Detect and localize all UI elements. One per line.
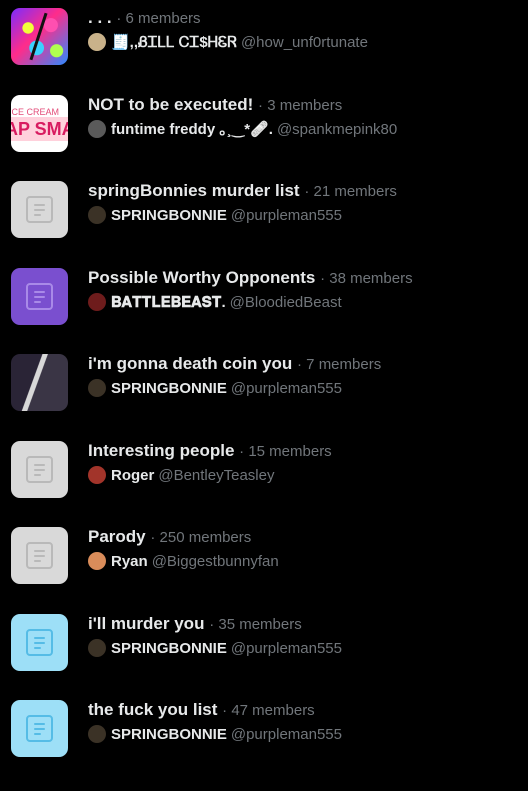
document-icon <box>26 456 53 483</box>
list-title-line: Possible Worthy Opponents · 38 members <box>88 267 413 289</box>
list-name[interactable]: Interesting people <box>88 441 234 460</box>
owner-handle: @Biggestbunnyfan <box>151 553 279 570</box>
member-count: · 250 members <box>150 529 252 546</box>
list-item[interactable]: Interesting people · 15 members Roger @Be… <box>0 433 528 519</box>
avatar <box>88 120 106 138</box>
owner-display-name: SPRINGBONNIE <box>111 207 227 224</box>
list-owner-line: SPRINGBONNIE @purpleman555 <box>88 639 342 659</box>
owner-display-name: Ryan <box>111 553 148 570</box>
list-item[interactable]: i'm gonna death coin you · 7 members SPR… <box>0 346 528 432</box>
list-title-line: the fuck you list · 47 members <box>88 699 315 721</box>
owner-display-name: SPRINGBONNIE <box>111 380 227 397</box>
list-name[interactable]: i'm gonna death coin you <box>88 354 292 373</box>
avatar <box>88 552 106 570</box>
list-owner-line: SPRINGBONNIE @purpleman555 <box>88 379 342 399</box>
owner-display-name: Roger <box>111 467 155 484</box>
owner-display-name: SPRINGBONNIE <box>111 640 227 657</box>
owner-display-name: funtime freddy ｡¸‿*🩹. <box>111 121 273 138</box>
list-thumbnail-doc-icon <box>11 268 68 325</box>
list-thumbnail-doc-icon <box>11 614 68 671</box>
list-name[interactable]: . . . <box>88 8 112 27</box>
member-count: · 21 members <box>304 183 397 200</box>
list-title-line: . . . · 6 members <box>88 7 201 29</box>
thumbnail-text-big: AP SMA <box>11 119 68 139</box>
avatar <box>88 466 106 484</box>
list-item[interactable]: Parody · 250 members Ryan @Biggestbunnyfa… <box>0 519 528 605</box>
document-icon <box>26 629 53 656</box>
list-item[interactable]: Possible Worthy Opponents · 38 members 𝐁… <box>0 260 528 346</box>
avatar <box>88 33 106 51</box>
list-thumbnail-image: ICE CREAM AP SMA <box>11 95 68 152</box>
list-name[interactable]: Parody <box>88 527 146 546</box>
list-name[interactable]: springBonnies murder list <box>88 181 300 200</box>
list-owner-line: SPRINGBONNIE @purpleman555 <box>88 725 342 745</box>
list-thumbnail-doc-icon <box>11 441 68 498</box>
document-icon <box>26 542 53 569</box>
list-owner-line: Roger @BentleyTeasley <box>88 466 274 486</box>
list-name[interactable]: the fuck you list <box>88 700 217 719</box>
document-icon <box>26 283 53 310</box>
owner-display-name: SPRINGBONNIE <box>111 726 227 743</box>
list-title-line: springBonnies murder list · 21 members <box>88 180 397 202</box>
thumbnail-text-small: ICE CREAM <box>11 107 60 117</box>
member-count: · 47 members <box>222 702 315 719</box>
owner-handle: @purpleman555 <box>230 207 342 224</box>
member-count: · 35 members <box>209 616 302 633</box>
list-owner-line: Ryan @Biggestbunnyfan <box>88 552 279 572</box>
owner-handle: @spankmepink80 <box>276 121 398 138</box>
owner-handle: @purpleman555 <box>230 726 342 743</box>
list-title-line: Parody · 250 members <box>88 526 251 548</box>
list-name[interactable]: i'll murder you <box>88 614 204 633</box>
list-thumbnail-doc-icon <box>11 181 68 238</box>
list-thumbnail-image <box>11 354 68 411</box>
document-icon <box>26 715 53 742</box>
avatar <box>88 379 106 397</box>
list-item[interactable]: i'll murder you · 35 members SPRINGBONNI… <box>0 606 528 692</box>
owner-display-name: 🧾,,ᏰᏆᏞᏞ ᏟᏆ$ᎻᏋᏒ <box>111 34 237 51</box>
list-title-line: Interesting people · 15 members <box>88 440 332 462</box>
owner-handle: @purpleman555 <box>230 640 342 657</box>
member-count: · 3 members <box>258 97 343 114</box>
avatar <box>88 206 106 224</box>
owner-handle: @BentleyTeasley <box>158 467 275 484</box>
list-title-line: i'll murder you · 35 members <box>88 613 302 635</box>
list-owner-line: 𝐁𝐀𝐓𝐓𝐋𝐄𝐁𝐄𝐀𝐒𝐓. @BloodiedBeast <box>88 293 342 313</box>
avatar <box>88 639 106 657</box>
owner-display-name: 𝐁𝐀𝐓𝐓𝐋𝐄𝐁𝐄𝐀𝐒𝐓. <box>111 294 226 311</box>
member-count: · 7 members <box>297 356 382 373</box>
list-owner-line: 🧾,,ᏰᏆᏞᏞ ᏟᏆ$ᎻᏋᏒ @how_unf0rtunate <box>88 33 368 53</box>
list-thumbnail-image <box>11 8 68 65</box>
list-item[interactable]: springBonnies murder list · 21 members S… <box>0 173 528 259</box>
list-name[interactable]: Possible Worthy Opponents <box>88 268 315 287</box>
list-item[interactable]: ICE CREAM AP SMA NOT to be executed! · 3… <box>0 87 528 173</box>
document-icon <box>26 196 53 223</box>
member-count: · 38 members <box>320 270 413 287</box>
avatar <box>88 293 106 311</box>
list-owner-line: funtime freddy ｡¸‿*🩹. @spankmepink80 <box>88 120 397 140</box>
list-thumbnail-doc-icon <box>11 527 68 584</box>
list-title-line: NOT to be executed! · 3 members <box>88 94 342 116</box>
list-name[interactable]: NOT to be executed! <box>88 95 253 114</box>
list-item[interactable]: . . . · 6 members 🧾,,ᏰᏆᏞᏞ ᏟᏆ$ᎻᏋᏒ @how_unf… <box>0 0 528 86</box>
owner-handle: @BloodiedBeast <box>229 294 342 311</box>
list-title-line: i'm gonna death coin you · 7 members <box>88 353 381 375</box>
list-item[interactable]: the fuck you list · 47 members SPRINGBON… <box>0 692 528 778</box>
member-count: · 6 members <box>116 10 201 27</box>
avatar <box>88 725 106 743</box>
owner-handle: @purpleman555 <box>230 380 342 397</box>
list-owner-line: SPRINGBONNIE @purpleman555 <box>88 206 342 226</box>
list-thumbnail-doc-icon <box>11 700 68 757</box>
owner-handle: @how_unf0rtunate <box>240 34 368 51</box>
member-count: · 15 members <box>239 443 332 460</box>
